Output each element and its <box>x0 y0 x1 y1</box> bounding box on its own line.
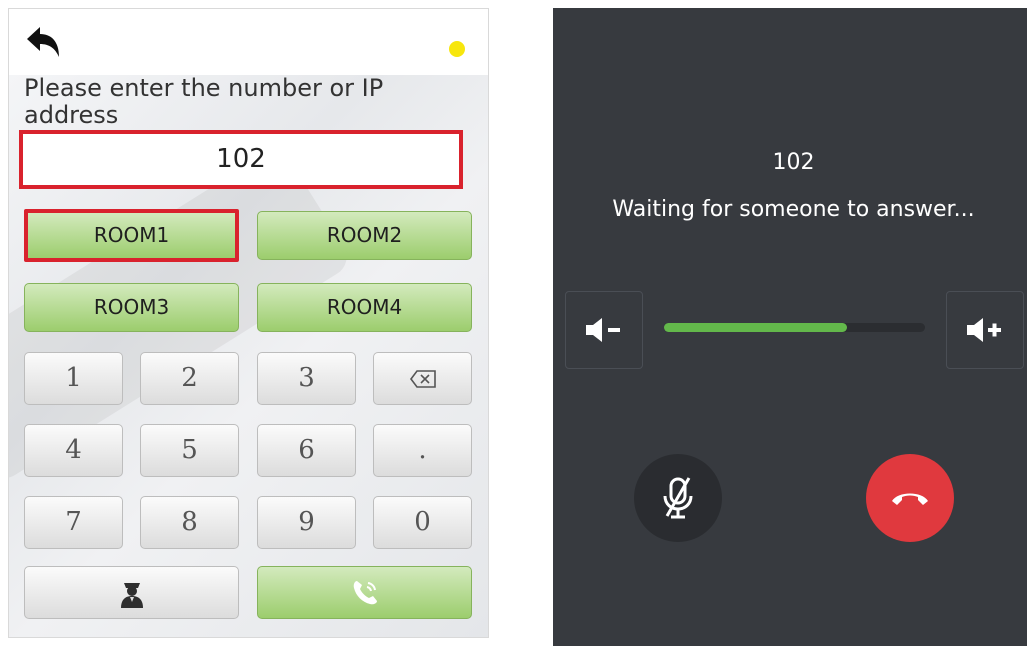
call-status-text: Waiting for someone to answer... <box>612 197 975 222</box>
dial-screen: Please enter the number or IP address 10… <box>8 8 489 638</box>
key-5[interactable]: 5 <box>140 424 239 477</box>
key-6[interactable]: 6 <box>257 424 356 477</box>
room4-button[interactable]: ROOM4 <box>257 283 472 332</box>
call-button[interactable] <box>257 566 472 619</box>
key-1[interactable]: 1 <box>24 352 123 405</box>
security-call-button[interactable] <box>24 566 239 619</box>
key-4[interactable]: 4 <box>24 424 123 477</box>
volume-slider[interactable] <box>664 323 925 332</box>
key-2[interactable]: 2 <box>140 352 239 405</box>
key-0[interactable]: 0 <box>373 496 472 549</box>
volume-up-button[interactable] <box>946 291 1024 369</box>
security-guard-icon <box>120 582 143 608</box>
calling-screen: 102 Waiting for someone to answer... <box>553 8 1027 646</box>
volume-up-icon <box>967 318 1001 342</box>
dial-prompt: Please enter the number or IP address <box>24 74 384 129</box>
status-indicator-dot <box>449 41 465 57</box>
call-number: 102 <box>772 150 815 175</box>
backspace-button[interactable] <box>373 352 472 405</box>
room3-button[interactable]: ROOM3 <box>24 283 239 332</box>
back-arrow-icon[interactable] <box>23 23 63 63</box>
number-input[interactable]: 102 <box>19 130 463 189</box>
room2-button[interactable]: ROOM2 <box>257 211 472 260</box>
key-9[interactable]: 9 <box>257 496 356 549</box>
phone-call-icon <box>353 580 377 604</box>
hang-up-icon <box>892 493 928 505</box>
dial-top-bar <box>9 9 488 73</box>
room1-button[interactable]: ROOM1 <box>24 209 239 262</box>
microphone-muted-icon <box>663 477 693 519</box>
key-3[interactable]: 3 <box>257 352 356 405</box>
volume-slider-fill <box>664 323 847 332</box>
mute-button[interactable] <box>634 454 722 542</box>
volume-down-icon <box>586 318 620 342</box>
volume-down-button[interactable] <box>565 291 643 369</box>
key-8[interactable]: 8 <box>140 496 239 549</box>
backspace-icon <box>409 369 436 388</box>
hang-up-button[interactable] <box>866 454 954 542</box>
key-7[interactable]: 7 <box>24 496 123 549</box>
key-dot[interactable]: . <box>373 424 472 477</box>
